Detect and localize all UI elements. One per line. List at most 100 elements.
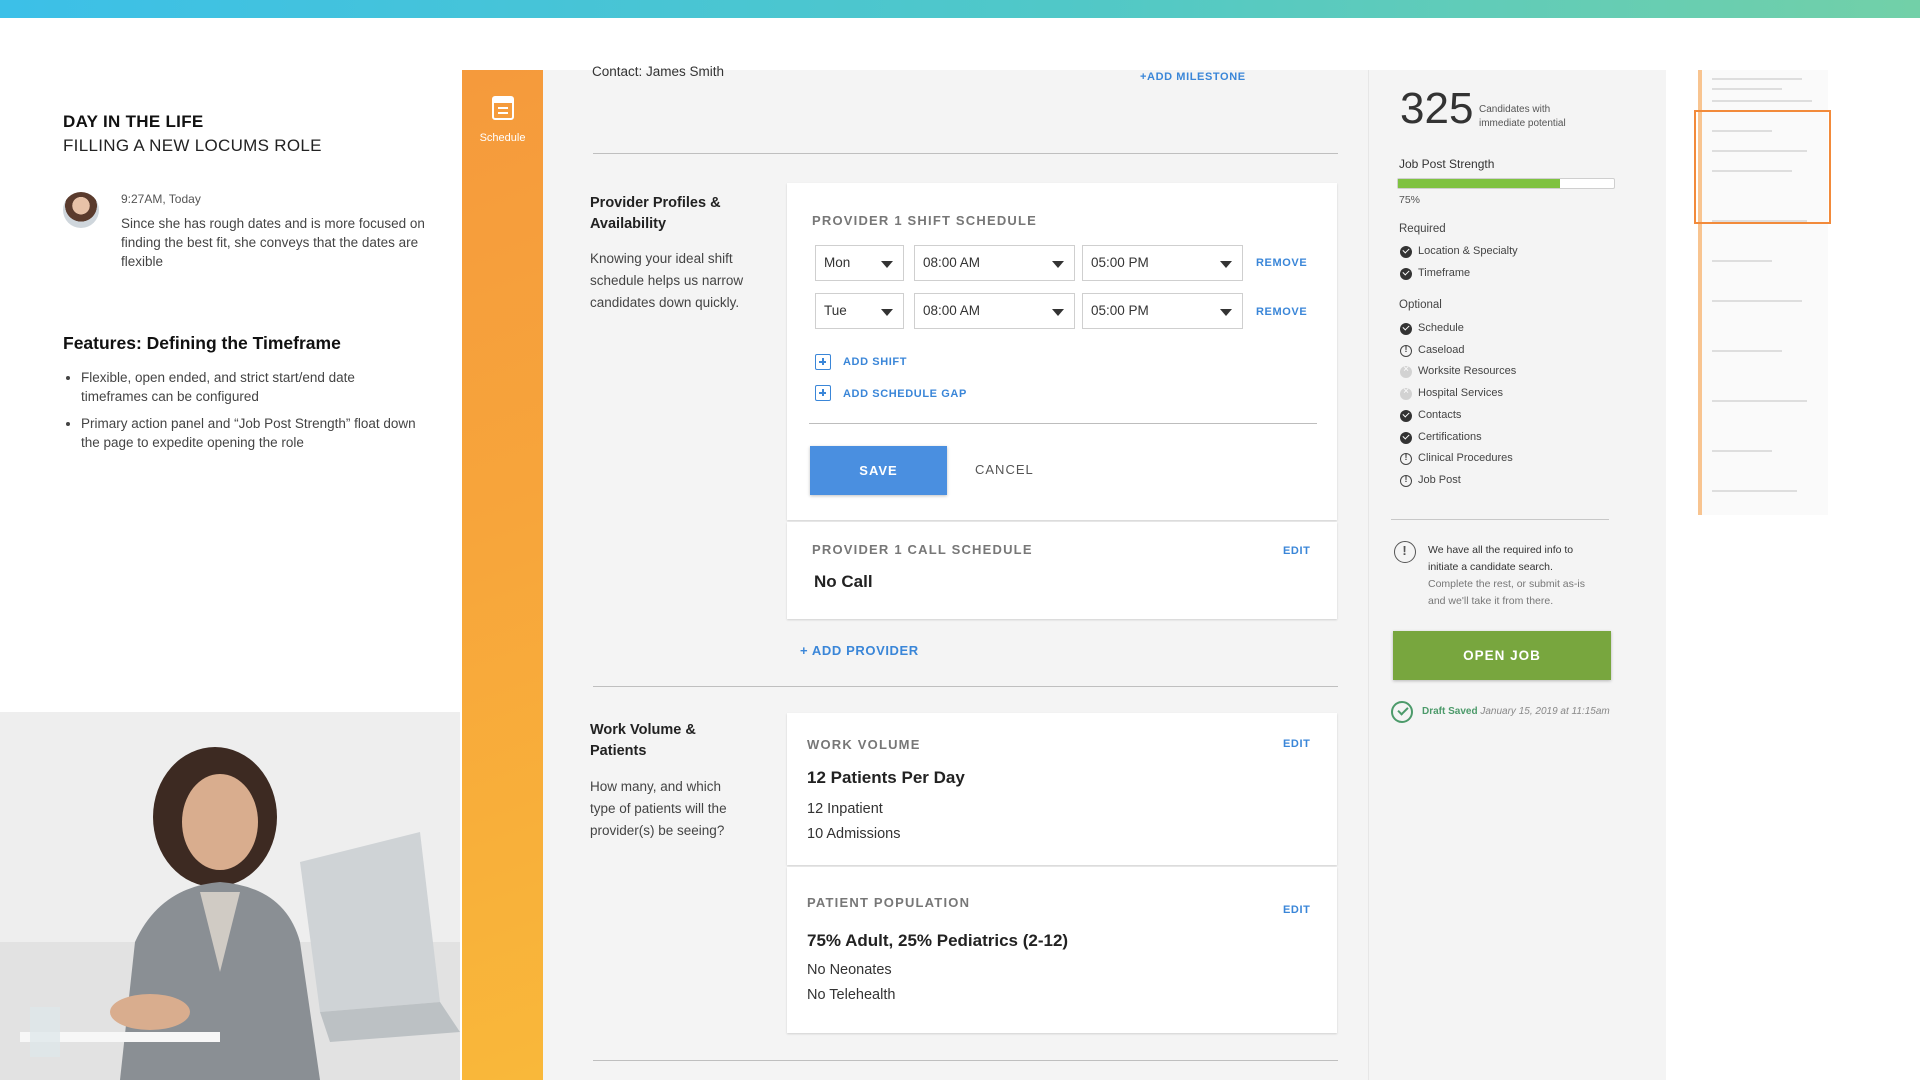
section-desc-work: How many, and which type of patients wil…	[590, 779, 727, 838]
section-rail: Schedule	[462, 70, 543, 1080]
minimap-row	[1712, 100, 1812, 102]
calendar-icon[interactable]	[492, 94, 514, 120]
strength-bar-fill	[1398, 179, 1560, 188]
checklist-item-label: Certifications	[1418, 430, 1482, 443]
patient-population-header: PATIENT POPULATION	[807, 895, 971, 910]
story-title: DAY IN THE LIFE	[63, 112, 204, 131]
chevron-down-icon	[881, 309, 893, 316]
alert-circle-icon	[1400, 474, 1412, 487]
minimap-row	[1712, 260, 1772, 262]
check-circle-icon	[1400, 323, 1412, 335]
persona-photo	[0, 712, 460, 1080]
shift-end-select[interactable]: 05:00 PM	[1082, 245, 1243, 281]
edit-patient-population-button[interactable]: EDIT	[1283, 904, 1310, 916]
info-secondary: Complete the rest, or submit as-is and w…	[1428, 578, 1585, 607]
plus-icon[interactable]	[815, 354, 831, 370]
contact-text: Contact: James Smith	[592, 64, 725, 79]
job-post-strength-label: Job Post Strength	[1399, 157, 1495, 171]
draft-saved-time: January 15, 2019 at 11:15am	[1480, 706, 1610, 717]
remove-shift-button[interactable]: REMOVE	[1256, 257, 1307, 269]
remove-shift-button[interactable]: REMOVE	[1256, 306, 1307, 318]
alert-circle-icon	[1400, 344, 1412, 357]
select-value: 08:00 AM	[923, 303, 981, 318]
shift-day-select[interactable]: Mon	[815, 245, 904, 281]
section-divider	[593, 153, 1338, 154]
shift-schedule-header: PROVIDER 1 SHIFT SCHEDULE	[812, 213, 1038, 228]
job-post-strength-percent: 75%	[1399, 194, 1421, 206]
cancel-button[interactable]: CANCEL	[975, 462, 1034, 477]
open-job-button[interactable]: OPEN JOB	[1393, 631, 1611, 680]
select-value: 08:00 AM	[923, 255, 981, 270]
check-circle-icon	[1400, 267, 1412, 280]
work-volume-card: WORK VOLUME EDIT 12 Patients Per Day 12 …	[787, 713, 1337, 865]
required-label: Required	[1399, 223, 1446, 235]
shift-start-select[interactable]: 08:00 AM	[914, 245, 1075, 281]
job-post-strength-bar	[1397, 178, 1615, 189]
story-header: DAY IN THE LIFE FILLING A NEW LOCUMS ROL…	[63, 112, 433, 156]
work-volume-header: WORK VOLUME	[807, 737, 921, 752]
section-title-providers: Provider Profiles & Availability	[590, 195, 721, 232]
minimap-row	[1712, 400, 1807, 402]
minimap-row	[1712, 490, 1797, 492]
work-volume-line: 10 Admissions	[807, 826, 901, 842]
checklist-item-label: Schedule	[1418, 322, 1464, 334]
section-divider	[593, 686, 1338, 687]
draft-saved-label: Draft Saved	[1422, 706, 1478, 717]
features: Features: Defining the Timeframe Flexibl…	[63, 333, 418, 460]
optional-label: Optional	[1399, 299, 1442, 311]
minimap-row	[1712, 88, 1782, 90]
rail-label[interactable]: Schedule	[462, 132, 543, 144]
add-provider-link[interactable]: + ADD PROVIDER	[800, 643, 919, 658]
add-schedule-gap-link[interactable]: ADD SCHEDULE GAP	[843, 388, 967, 400]
checklist-item-label: Job Post	[1418, 473, 1461, 486]
call-schedule-card: PROVIDER 1 CALL SCHEDULE EDIT No Call	[787, 522, 1337, 619]
check-circle-icon	[1400, 246, 1412, 258]
work-volume-value: 12 Patients Per Day	[807, 768, 965, 787]
checklist-item-label: Clinical Procedures	[1418, 452, 1513, 465]
chevron-down-icon	[1052, 309, 1064, 316]
add-shift-link[interactable]: ADD SHIFT	[843, 356, 907, 368]
chevron-down-icon	[1052, 261, 1064, 268]
call-schedule-value: No Call	[814, 572, 873, 591]
checklist-item-label: Contacts	[1418, 408, 1462, 421]
feature-item: Primary action panel and “Job Post Stren…	[81, 414, 418, 452]
edit-work-volume-button[interactable]: EDIT	[1283, 738, 1310, 750]
select-value: 05:00 PM	[1091, 255, 1149, 270]
minimap-viewport[interactable]	[1694, 110, 1831, 224]
info-primary: We have all the required info to initiat…	[1428, 544, 1574, 573]
candidate-count: 325	[1400, 84, 1474, 133]
check-circle-icon	[1400, 409, 1412, 422]
info-icon	[1394, 541, 1416, 563]
check-circle-icon	[1400, 431, 1412, 444]
shift-start-select[interactable]: 08:00 AM	[914, 293, 1075, 329]
feature-item: Flexible, open ended, and strict start/e…	[81, 368, 418, 406]
section-title-work: Work Volume & Patients	[590, 722, 696, 759]
plus-icon[interactable]	[815, 385, 831, 401]
panel-divider	[1391, 519, 1609, 520]
edit-call-schedule-button[interactable]: EDIT	[1283, 545, 1310, 557]
shift-day-select[interactable]: Tue	[815, 293, 904, 329]
section-desc-providers: Knowing your ideal shift schedule helps …	[590, 251, 744, 310]
shift-end-select[interactable]: 05:00 PM	[1082, 293, 1243, 329]
minimap-row	[1712, 78, 1802, 80]
add-milestone-link[interactable]: +ADD MILESTONE	[1140, 71, 1246, 83]
select-value: Mon	[824, 255, 851, 270]
draft-saved-status: Draft Saved January 15, 2019 at 11:15am	[1422, 706, 1610, 717]
patient-population-card: PATIENT POPULATION EDIT 75% Adult, 25% P…	[787, 867, 1337, 1033]
features-list: Flexible, open ended, and strict start/e…	[63, 368, 418, 452]
patient-population-value: 75% Adult, 25% Pediatrics (2-12)	[807, 931, 1069, 950]
x-circle-icon	[1400, 386, 1412, 401]
features-title: Features: Defining the Timeframe	[63, 333, 341, 353]
chevron-down-icon	[1220, 309, 1232, 316]
chevron-down-icon	[881, 261, 893, 268]
minimap-row	[1712, 350, 1782, 352]
card-divider	[809, 423, 1317, 424]
chevron-down-icon	[1220, 261, 1232, 268]
save-button[interactable]: SAVE	[810, 446, 947, 495]
patient-population-line: No Telehealth	[807, 987, 896, 1003]
story-subtitle: FILLING A NEW LOCUMS ROLE	[63, 136, 322, 155]
minimap-row	[1712, 300, 1802, 302]
patient-population-line: No Neonates	[807, 962, 892, 978]
checklist-item-label: Hospital Services	[1418, 387, 1503, 400]
checklist-item-label: Timeframe	[1418, 266, 1471, 279]
